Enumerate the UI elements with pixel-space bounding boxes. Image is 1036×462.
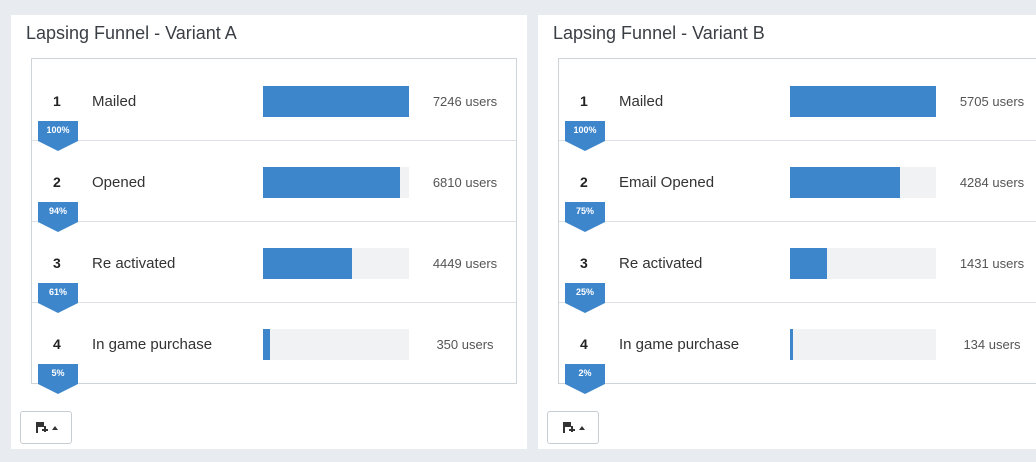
- percent-text: 100%: [573, 125, 597, 135]
- panel-title: Lapsing Funnel - Variant B: [553, 23, 765, 43]
- funnel-step: 1 Mailed 5705 users 100%: [559, 59, 1036, 151]
- panel-title: Lapsing Funnel - Variant A: [26, 23, 237, 43]
- bar-track: [790, 86, 936, 117]
- funnel-step: 4 In game purchase 350 users 5%: [32, 302, 516, 394]
- export-flag-icon: [35, 422, 48, 433]
- step-number: 1: [580, 93, 588, 109]
- step-users: 6810 users: [432, 175, 498, 190]
- percent-text: 5%: [51, 368, 65, 378]
- percent-badge: 94%: [38, 202, 78, 232]
- step-number: 1: [53, 93, 61, 109]
- percent-badge: 2%: [565, 364, 605, 394]
- step-users: 350 users: [436, 337, 494, 352]
- step-users: 7246 users: [432, 94, 498, 109]
- bar-fill: [790, 329, 793, 360]
- funnel-step: 1 Mailed 7246 users 100%: [32, 59, 516, 151]
- export-button[interactable]: [20, 411, 72, 444]
- percent-text: 75%: [575, 206, 594, 216]
- bar-track: [263, 86, 409, 117]
- caret-up-icon: [51, 425, 58, 430]
- percent-text: 2%: [578, 368, 592, 378]
- funnel-step: 3 Re activated 4449 users 61%: [32, 221, 516, 313]
- step-number: 3: [53, 255, 61, 271]
- step-users: 134 users: [963, 337, 1021, 352]
- step-label: Re activated: [619, 255, 703, 272]
- step-number: 3: [580, 255, 588, 271]
- percent-badge: 100%: [565, 121, 605, 151]
- step-label: Mailed: [92, 93, 137, 110]
- bar-fill: [790, 167, 900, 198]
- bar-track: [263, 167, 409, 198]
- export-flag-icon: [562, 422, 575, 433]
- bar-track: [790, 329, 936, 360]
- bar-fill: [263, 86, 409, 117]
- funnel-step: 2 Opened 6810 users 94%: [32, 140, 516, 232]
- funnel-step: 2 Email Opened 4284 users 75%: [559, 140, 1036, 232]
- step-number: 2: [580, 174, 588, 190]
- funnel-step: 3 Re activated 1431 users 25%: [559, 221, 1036, 313]
- percent-badge: 75%: [565, 202, 605, 232]
- bar-track: [790, 167, 936, 198]
- funnel-chart: 1 Mailed 5705 users 100% 2 Email Opened …: [558, 58, 1036, 394]
- step-label: Mailed: [619, 93, 664, 110]
- step-number: 4: [53, 336, 61, 352]
- percent-badge: 5%: [38, 364, 78, 394]
- step-label: Opened: [92, 174, 146, 191]
- step-users: 4449 users: [432, 256, 498, 271]
- step-number: 4: [580, 336, 588, 352]
- step-label: In game purchase: [92, 336, 213, 353]
- step-users: 5705 users: [959, 94, 1025, 109]
- percent-text: 61%: [48, 287, 67, 297]
- caret-up-icon: [578, 425, 585, 430]
- bar-fill: [790, 248, 827, 279]
- percent-text: 25%: [575, 287, 594, 297]
- percent-text: 94%: [48, 206, 67, 216]
- step-label: Re activated: [92, 255, 176, 272]
- bar-fill: [790, 86, 936, 117]
- bar-fill: [263, 248, 353, 279]
- percent-badge: 25%: [565, 283, 605, 313]
- funnel-panel-variant-a: Lapsing Funnel - Variant A 1 Mailed 7246…: [11, 15, 527, 449]
- bar-fill: [263, 167, 401, 198]
- step-label: Email Opened: [619, 174, 715, 191]
- funnel-chart: 1 Mailed 7246 users 100% 2 Opened 6810 u…: [31, 58, 517, 394]
- bar-track: [790, 248, 936, 279]
- step-label: In game purchase: [619, 336, 740, 353]
- step-users: 4284 users: [959, 175, 1025, 190]
- step-number: 2: [53, 174, 61, 190]
- funnel-step: 4 In game purchase 134 users 2%: [559, 302, 1036, 394]
- funnel-panel-variant-b: Lapsing Funnel - Variant B 1 Mailed 5705…: [538, 15, 1036, 449]
- percent-text: 100%: [46, 125, 70, 135]
- bar-track: [263, 248, 409, 279]
- percent-badge: 61%: [38, 283, 78, 313]
- step-users: 1431 users: [959, 256, 1025, 271]
- export-button[interactable]: [547, 411, 599, 444]
- bar-track: [263, 329, 409, 360]
- percent-badge: 100%: [38, 121, 78, 151]
- bar-fill: [263, 329, 271, 360]
